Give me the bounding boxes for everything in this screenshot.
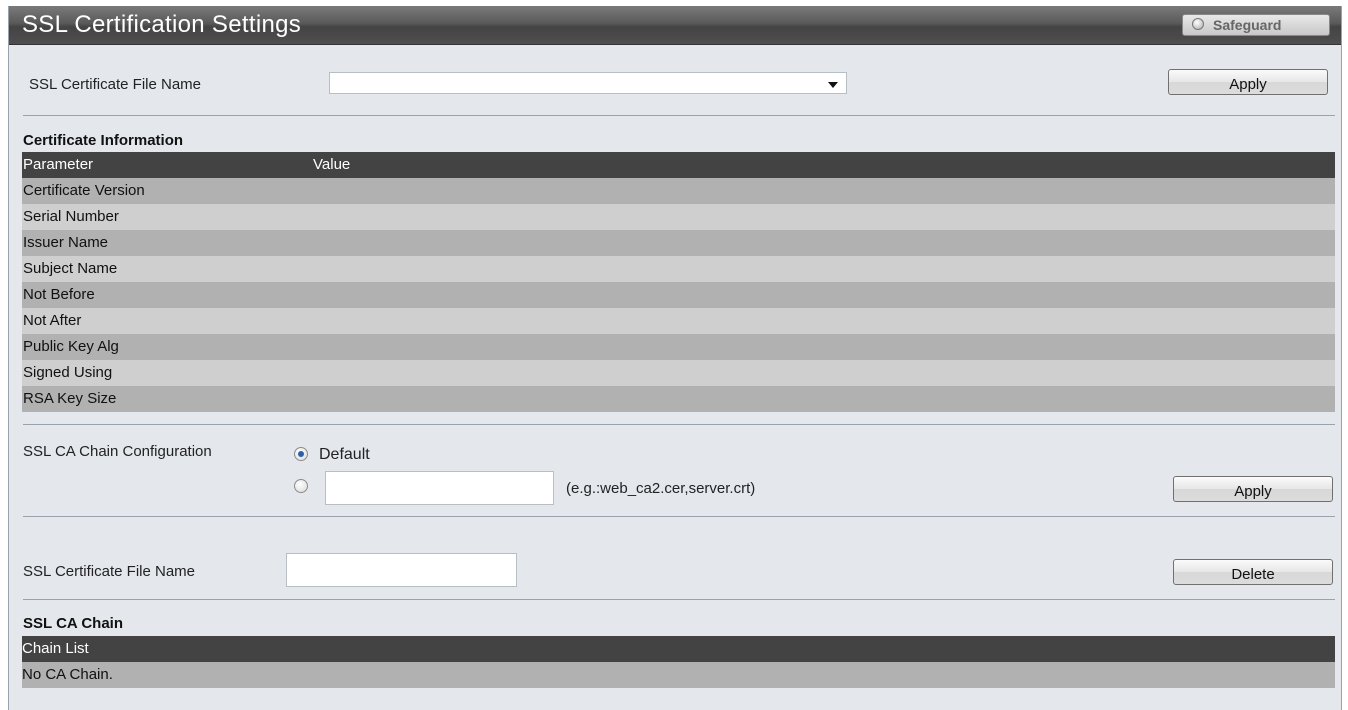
chevron-down-icon xyxy=(828,82,838,88)
cell-value xyxy=(313,204,1335,230)
safeguard-label: Safeguard xyxy=(1213,17,1282,33)
table-header-row: Chain List xyxy=(22,636,1335,662)
apply-ca-chain-button[interactable]: Apply xyxy=(1173,476,1333,502)
delete-cert-file-label: SSL Certificate File Name xyxy=(23,563,196,580)
cell-value xyxy=(313,308,1335,334)
page-title: SSL Certification Settings xyxy=(22,11,302,38)
table-row: RSA Key Size xyxy=(22,386,1335,412)
table-row: Certificate Version xyxy=(22,178,1335,204)
cell-parameter: Subject Name xyxy=(22,256,313,282)
cell-chain: No CA Chain. xyxy=(22,662,1335,688)
radio-custom[interactable] xyxy=(294,479,308,493)
cell-value xyxy=(313,282,1335,308)
cell-value xyxy=(313,360,1335,386)
cell-parameter: Certificate Version xyxy=(22,178,313,204)
radio-default-label: Default xyxy=(319,446,370,463)
divider xyxy=(23,424,1335,425)
cell-value xyxy=(313,178,1335,204)
ca-chain-config-label: SSL CA Chain Configuration xyxy=(23,443,212,460)
radio-default[interactable] xyxy=(294,447,308,461)
cell-parameter: Public Key Alg xyxy=(22,334,313,360)
safeguard-indicator-icon xyxy=(1192,18,1204,30)
cell-parameter: Not After xyxy=(22,308,313,334)
settings-panel: SSL Certification Settings Safeguard SSL… xyxy=(8,6,1342,710)
column-header-value: Value xyxy=(313,152,1335,178)
table-row: Subject Name xyxy=(22,256,1335,282)
apply-cert-button[interactable]: Apply xyxy=(1168,69,1328,95)
cell-parameter: Signed Using xyxy=(22,360,313,386)
divider xyxy=(23,516,1335,517)
divider xyxy=(23,599,1335,600)
divider xyxy=(23,115,1335,116)
table-row: Serial Number xyxy=(22,204,1335,230)
cell-parameter: Not Before xyxy=(22,282,313,308)
delete-button[interactable]: Delete xyxy=(1173,559,1333,585)
safeguard-button[interactable]: Safeguard xyxy=(1182,14,1330,36)
table-row: Public Key Alg xyxy=(22,334,1335,360)
cell-value xyxy=(313,334,1335,360)
table-row: No CA Chain. xyxy=(22,662,1335,688)
cell-value xyxy=(313,386,1335,412)
cell-parameter: Serial Number xyxy=(22,204,313,230)
column-header-chain-list: Chain List xyxy=(22,636,1335,662)
delete-cert-file-input[interactable] xyxy=(286,553,517,587)
cell-parameter: Issuer Name xyxy=(22,230,313,256)
ca-chain-hint: (e.g.:web_ca2.cer,server.crt) xyxy=(566,480,756,497)
table-row: Not After xyxy=(22,308,1335,334)
cert-info-title: Certificate Information xyxy=(23,132,184,149)
ca-chain-title: SSL CA Chain xyxy=(23,615,124,632)
cert-info-table: Parameter Value Certificate Version Seri… xyxy=(22,152,1335,412)
title-bar: SSL Certification Settings Safeguard xyxy=(9,6,1341,45)
table-row: Signed Using xyxy=(22,360,1335,386)
column-header-parameter: Parameter xyxy=(22,152,313,178)
ca-chain-table: Chain List No CA Chain. xyxy=(22,636,1335,688)
table-row: Not Before xyxy=(22,282,1335,308)
cert-file-select[interactable] xyxy=(329,72,847,94)
cell-value xyxy=(313,256,1335,282)
ca-chain-input[interactable] xyxy=(325,471,554,505)
table-row: Issuer Name xyxy=(22,230,1335,256)
cell-parameter: RSA Key Size xyxy=(22,386,313,412)
cert-file-label: SSL Certificate File Name xyxy=(29,76,202,93)
cell-value xyxy=(313,230,1335,256)
table-header-row: Parameter Value xyxy=(22,152,1335,178)
